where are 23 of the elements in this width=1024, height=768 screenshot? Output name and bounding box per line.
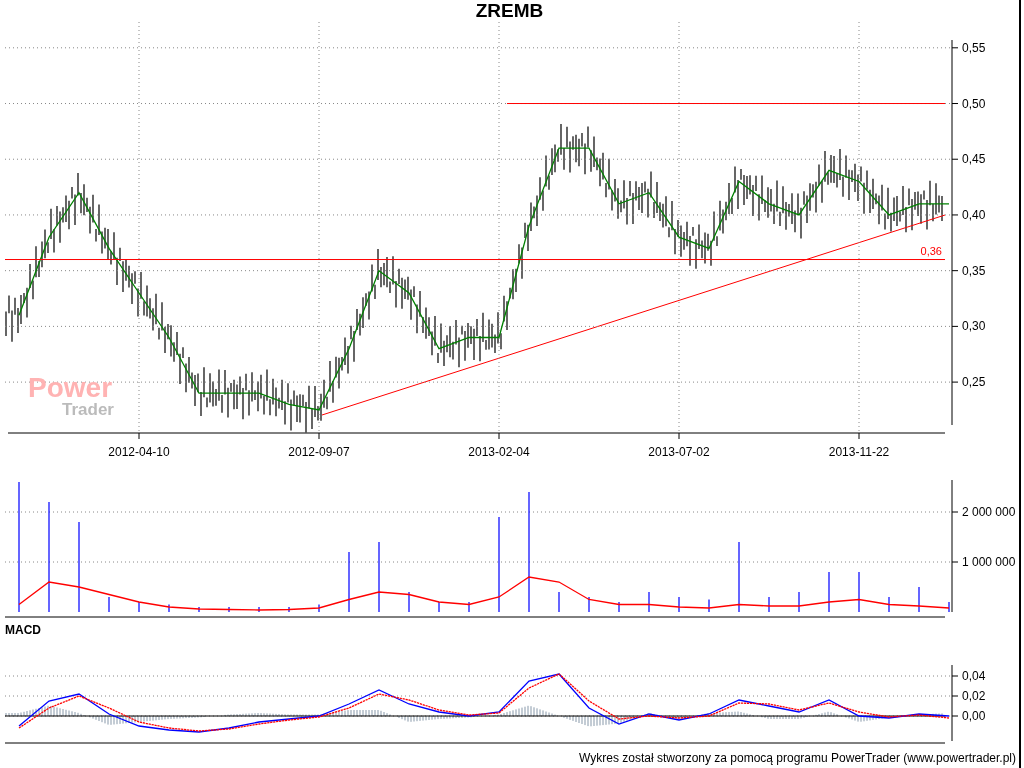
watermark-logo-text: Power xyxy=(28,372,113,403)
axis-label: 0,35 xyxy=(962,263,986,278)
axis-label: 1 000 000 xyxy=(962,555,1016,569)
axis-label: 0,02 xyxy=(962,689,986,703)
panel-label: MACD xyxy=(5,622,41,639)
axis-label: 2013-02-04 xyxy=(468,445,530,459)
chart-title: ZREMB xyxy=(475,0,544,22)
footer-note: Wykres został stworzony za pomocą programu PowerTrader (www.powertrader.pl) xyxy=(579,750,1016,767)
level-label: 0,36 xyxy=(920,244,942,257)
axis-label: 0,45 xyxy=(962,152,986,167)
axis-label: 2013-11-22 xyxy=(828,445,890,459)
axis-label: 0,40 xyxy=(962,207,986,222)
axis-label: 0,50 xyxy=(962,96,986,111)
axis-label: 0,25 xyxy=(962,375,986,390)
axis-label: 2 000 000 xyxy=(962,505,1016,519)
axis-label: 2013-07-02 xyxy=(648,445,710,459)
axis-label: 2012-09-07 xyxy=(288,445,350,459)
axis-label: 0,55 xyxy=(962,40,986,55)
watermark-logo-text: Trader xyxy=(62,400,114,419)
axis-label: 0,04 xyxy=(962,669,986,683)
axis-label: 0,30 xyxy=(962,319,986,334)
axis-label: 0,00 xyxy=(962,709,986,723)
axis-label: 2012-04-10 xyxy=(108,445,170,459)
